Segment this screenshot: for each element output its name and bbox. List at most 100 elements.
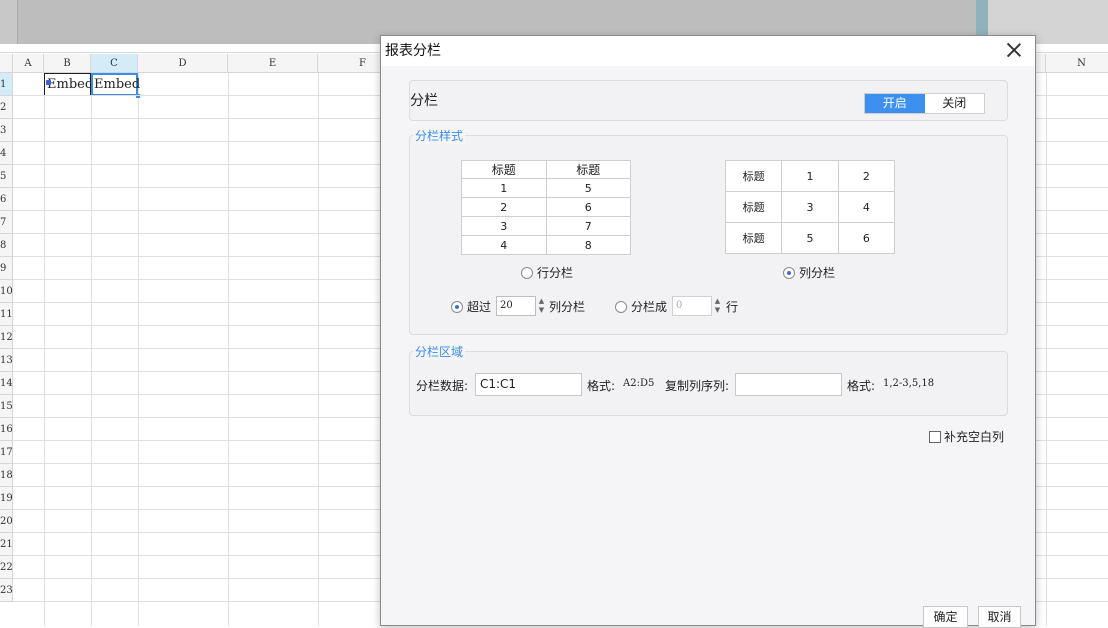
grid-line	[228, 73, 229, 626]
toggle-off-button[interactable]: 关闭	[925, 94, 985, 113]
close-icon[interactable]	[1005, 41, 1023, 59]
column-split-preview: 标题 1 2 标题 3 4 标题 5 6	[724, 160, 896, 254]
row-header[interactable]: 7	[0, 211, 13, 234]
radio-selected-icon	[783, 266, 795, 279]
style-section-title: 分栏样式	[413, 127, 466, 144]
column-split-label: 列分栏	[799, 266, 836, 280]
dialog-title-text: 报表分栏	[385, 43, 441, 59]
spinner-arrows-icon[interactable]: ▲ ▼	[536, 297, 547, 315]
format-label: 格式:	[587, 379, 616, 393]
preview-cell: 3	[461, 216, 547, 236]
row-header[interactable]: 12	[0, 326, 13, 349]
row-header[interactable]: 1	[0, 73, 13, 96]
column-header-e[interactable]: E	[228, 54, 318, 73]
grid-line	[318, 73, 319, 626]
radio-icon	[615, 300, 627, 313]
preview-cell: 标题	[545, 160, 631, 179]
ok-button[interactable]: 确定	[923, 606, 968, 628]
row-header[interactable]: 8	[0, 234, 13, 257]
cell-c1-selected[interactable]: Embed	[91, 73, 140, 96]
grid-line	[138, 73, 139, 626]
row-header[interactable]: 6	[0, 188, 13, 211]
copy-format-example: 1,2-3,5,18	[883, 378, 935, 389]
row-header[interactable]: 11	[0, 303, 13, 326]
toggle-on-button[interactable]: 开启	[865, 94, 925, 113]
exceed-count-value: 20	[500, 300, 513, 311]
preview-cell: 1	[461, 178, 547, 198]
row-header[interactable]: 14	[0, 372, 13, 395]
column-header-d[interactable]: D	[138, 54, 228, 73]
copy-columns-input[interactable]	[735, 373, 842, 396]
row-header[interactable]: 18	[0, 464, 13, 487]
on-off-toggle[interactable]: 开启 关闭	[864, 93, 985, 114]
preview-cell: 8	[545, 235, 631, 255]
row-split-preview: 标题 标题 15 26 37 48	[461, 160, 631, 255]
cell-marker-icon	[46, 80, 51, 85]
row-header[interactable]: 17	[0, 441, 13, 464]
exceed-count-input[interactable]: 20 ▲ ▼	[496, 296, 544, 316]
preview-cell: 2	[837, 160, 896, 192]
radio-selected-icon	[451, 300, 463, 313]
row-header[interactable]: 22	[0, 556, 13, 579]
preview-cell: 4	[461, 235, 547, 255]
data-range-value: C1:C1	[480, 377, 517, 391]
column-header-m[interactable]	[1036, 54, 1046, 73]
split-rows-suffix: 行	[726, 300, 739, 314]
spinner-arrows-icon[interactable]: ▲ ▼	[712, 297, 723, 315]
row-header[interactable]: 20	[0, 510, 13, 533]
copy-columns-label: 复制列序列:	[665, 379, 730, 393]
row-header[interactable]: 3	[0, 119, 13, 142]
split-rows-radio[interactable]: 分栏成	[615, 298, 667, 315]
row-header[interactable]: 9	[0, 257, 13, 280]
row-header[interactable]: 16	[0, 418, 13, 441]
exceed-radio[interactable]: 超过	[451, 298, 491, 315]
format-example: A2:D5	[623, 378, 655, 389]
radio-icon	[521, 266, 533, 279]
row-header[interactable]: 15	[0, 395, 13, 418]
fill-blank-label: 补充空白列	[944, 430, 1005, 444]
grid-line	[1046, 73, 1047, 626]
split-rows-value: 0	[676, 300, 683, 311]
left-ruler	[0, 0, 18, 44]
exceed-label: 超过	[467, 300, 492, 314]
cancel-button[interactable]: 取消	[978, 606, 1021, 628]
preview-cell: 1	[781, 160, 839, 192]
toggle-panel: 分栏 开启 关闭	[409, 80, 1008, 121]
preview-cell: 标题	[461, 160, 547, 179]
preview-cell: 5	[545, 178, 631, 198]
row-header[interactable]: 4	[0, 142, 13, 165]
report-column-dialog: 报表分栏 分栏 开启 关闭 分栏样式 标题 标题 15 26 37 48 标题 1 2…	[380, 35, 1036, 628]
preview-cell: 标题	[724, 160, 783, 192]
fill-blank-checkbox[interactable]: 补充空白列	[929, 428, 1004, 445]
row-header[interactable]: 5	[0, 165, 13, 188]
exceed-suffix: 列分栏	[549, 300, 586, 314]
row-header[interactable]: 23	[0, 579, 13, 602]
row-header[interactable]: 2	[0, 96, 13, 119]
row-header[interactable]: 21	[0, 533, 13, 556]
preview-cell: 4	[837, 191, 896, 223]
column-header-b[interactable]: B	[44, 54, 91, 73]
preview-cell: 5	[781, 222, 839, 254]
data-range-label: 分栏数据:	[416, 379, 469, 393]
row-header[interactable]: 13	[0, 349, 13, 372]
row-header[interactable]: 19	[0, 487, 13, 510]
dialog-title: 报表分栏	[381, 36, 1035, 66]
data-range-input[interactable]: C1:C1	[475, 373, 582, 396]
copy-format-label: 格式:	[847, 379, 876, 393]
preview-cell: 标题	[724, 222, 783, 254]
cell-b1[interactable]: Embed	[44, 73, 93, 96]
column-header-a[interactable]: A	[13, 54, 44, 73]
preview-cell: 6	[545, 197, 631, 217]
area-section-title: 分栏区域	[413, 343, 466, 360]
grid-line	[44, 73, 45, 626]
row-split-radio[interactable]: 行分栏	[521, 264, 573, 281]
row-header[interactable]: 10	[0, 280, 13, 303]
preview-cell: 2	[461, 197, 547, 217]
column-header-n[interactable]: N	[1046, 54, 1108, 73]
split-rows-input[interactable]: 0 ▲ ▼	[672, 296, 720, 316]
checkbox-icon	[929, 430, 941, 443]
corner-header[interactable]	[0, 54, 13, 73]
grid-line	[91, 73, 92, 626]
column-split-radio[interactable]: 列分栏	[783, 264, 835, 281]
column-header-c[interactable]: C	[91, 54, 138, 73]
